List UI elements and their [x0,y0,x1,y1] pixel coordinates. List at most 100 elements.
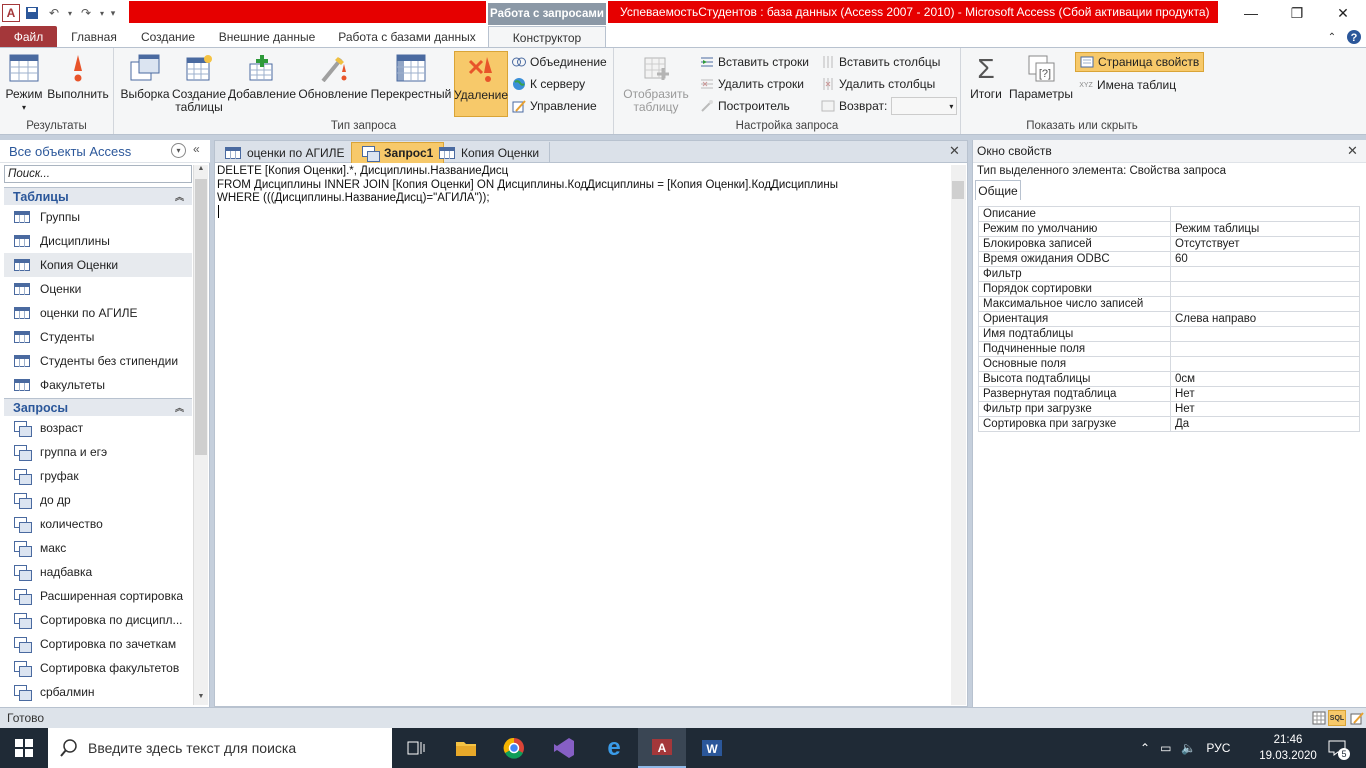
union-button[interactable]: Объединение [512,53,607,71]
network-icon[interactable]: ▭ [1160,741,1171,755]
nav-query-item[interactable]: макс [4,536,192,560]
property-row[interactable]: Время ожидания ODBC 60 [978,251,1360,267]
insert-columns-button[interactable]: Вставить столбцы [821,53,940,71]
nav-query-item[interactable]: Сортировка по дисципл... [4,608,192,632]
data-definition-button[interactable]: Управление [512,97,597,115]
property-value[interactable]: Режим таблицы [1170,221,1360,237]
doc-tab-agile-grades[interactable]: оценки по АГИЛЕ [215,142,356,163]
file-explorer-icon[interactable] [442,728,490,768]
property-row[interactable]: Порядок сортировки [978,281,1360,297]
doc-scroll-thumb[interactable] [952,181,964,199]
property-row[interactable]: Подчиненные поля [978,341,1360,357]
property-sheet-close-icon[interactable]: ✕ [1347,143,1358,159]
close-button[interactable]: ✕ [1320,0,1366,26]
nav-query-item[interactable]: количество [4,512,192,536]
customize-qa-icon[interactable]: ▾ [108,3,118,23]
nav-table-item[interactable]: Студенты [4,325,192,349]
mode-button[interactable]: Режим ▾ [4,52,44,114]
taskbar-search-input[interactable]: Введите здесь текст для поиска [48,728,392,768]
tab-external-data[interactable]: Внешние данные [212,26,322,48]
property-row[interactable]: Сортировка при загрузке Да [978,416,1360,432]
tab-file[interactable]: Файл [0,26,57,48]
property-row[interactable]: Имя подтаблицы [978,326,1360,342]
property-row[interactable]: Фильтр [978,266,1360,282]
property-value[interactable]: Нет [1170,401,1360,417]
chrome-icon[interactable] [490,728,538,768]
nav-table-item[interactable]: Факультеты [4,373,192,397]
scroll-down-icon[interactable]: ▼ [195,693,207,705]
undo-dropdown-icon[interactable]: ▾ [66,3,74,23]
property-value[interactable] [1170,296,1360,312]
nav-table-item[interactable]: Студенты без стипендии [4,349,192,373]
property-value[interactable]: 60 [1170,251,1360,267]
nav-table-item[interactable]: Группы [4,205,192,229]
tab-design[interactable]: Конструктор [488,26,606,48]
property-row[interactable]: Режим по умолчанию Режим таблицы [978,221,1360,237]
redo-dropdown-icon[interactable]: ▾ [98,3,106,23]
property-row[interactable]: Основные поля [978,356,1360,372]
nav-query-item[interactable]: надбавка [4,560,192,584]
help-icon[interactable]: ? [1344,26,1364,48]
run-button[interactable]: Выполнить [46,52,110,101]
property-row[interactable]: Блокировка записей Отсутствует [978,236,1360,252]
property-value[interactable] [1170,281,1360,297]
undo-icon[interactable]: ↶ [44,3,64,23]
parameters-button[interactable]: [?] Параметры [1009,52,1073,101]
nav-scroll-thumb[interactable] [195,179,207,455]
sql-view-icon[interactable]: SQL [1328,710,1346,726]
property-row[interactable]: Развернутая подтаблица Нет [978,386,1360,402]
nav-search-input[interactable]: Поиск... [4,165,192,183]
nav-menu-chevron-icon[interactable]: ▾ [171,143,186,158]
nav-query-item[interactable]: Расширенная сортировка [4,584,192,608]
restore-button[interactable]: ❐ [1274,0,1320,26]
property-value[interactable]: Да [1170,416,1360,432]
append-button[interactable]: Добавление [228,52,296,101]
word-icon[interactable]: W [688,728,736,768]
nav-scrollbar[interactable]: ▲ ▼ [193,165,208,705]
property-row[interactable]: Фильтр при загрузке Нет [978,401,1360,417]
property-sheet-button[interactable]: Страница свойств [1075,52,1205,72]
property-value[interactable]: Отсутствует [1170,236,1360,252]
nav-query-item[interactable]: до др [4,488,192,512]
notifications-icon[interactable]: 5 [1326,738,1350,760]
property-value[interactable]: 0см [1170,371,1360,387]
pass-through-button[interactable]: К серверу [512,75,585,93]
update-button[interactable]: Обновление [298,52,368,101]
property-row[interactable]: Ориентация Слева направо [978,311,1360,327]
nav-query-item[interactable]: груфак [4,464,192,488]
delete-query-button[interactable]: Удаление [454,51,508,117]
insert-rows-button[interactable]: Вставить строки [700,53,809,71]
property-value[interactable] [1170,326,1360,342]
nav-query-item[interactable]: србалмин [4,680,192,704]
access-logo[interactable]: A [2,4,20,22]
crosstab-button[interactable]: Перекрестный [370,52,452,101]
clock[interactable]: 21:46 19.03.2020 [1252,732,1324,764]
make-table-button[interactable]: Создание таблицы [172,52,226,114]
tables-collapse-icon[interactable]: ︽ [175,190,184,203]
visual-studio-icon[interactable] [540,728,588,768]
nav-query-item[interactable]: группа и егэ [4,440,192,464]
nav-header[interactable]: Все объекты Access ▾ « [0,140,210,163]
tab-create[interactable]: Создание [134,26,202,48]
nav-table-item[interactable]: Копия Оценки [4,253,192,277]
access-taskbar-icon[interactable]: A [638,728,686,768]
queries-collapse-icon[interactable]: ︽ [175,401,184,414]
collapse-ribbon-icon[interactable]: ⌃ [1322,26,1342,48]
doc-close-icon[interactable]: ✕ [949,143,960,159]
nav-table-item[interactable]: Оценки [4,277,192,301]
nav-table-item[interactable]: Дисциплины [4,229,192,253]
props-tab-general[interactable]: Общие [975,180,1021,200]
property-value[interactable]: Нет [1170,386,1360,402]
edge-icon[interactable]: e [590,728,638,768]
doc-scrollbar[interactable] [951,165,966,705]
delete-columns-button[interactable]: Удалить столбцы [821,75,935,93]
task-view-icon[interactable] [392,728,440,768]
doc-tab-grades-copy[interactable]: Копия Оценки [429,142,551,163]
redo-icon[interactable]: ↷ [76,3,96,23]
table-names-button[interactable]: XYZ Имена таблиц [1079,76,1176,94]
tab-home[interactable]: Главная [62,26,126,48]
select-query-button[interactable]: Выборка [118,52,172,101]
delete-rows-button[interactable]: Удалить строки [700,75,804,93]
windows-start-icon[interactable] [0,728,48,768]
tray-chevron-icon[interactable]: ⌃ [1140,741,1150,755]
